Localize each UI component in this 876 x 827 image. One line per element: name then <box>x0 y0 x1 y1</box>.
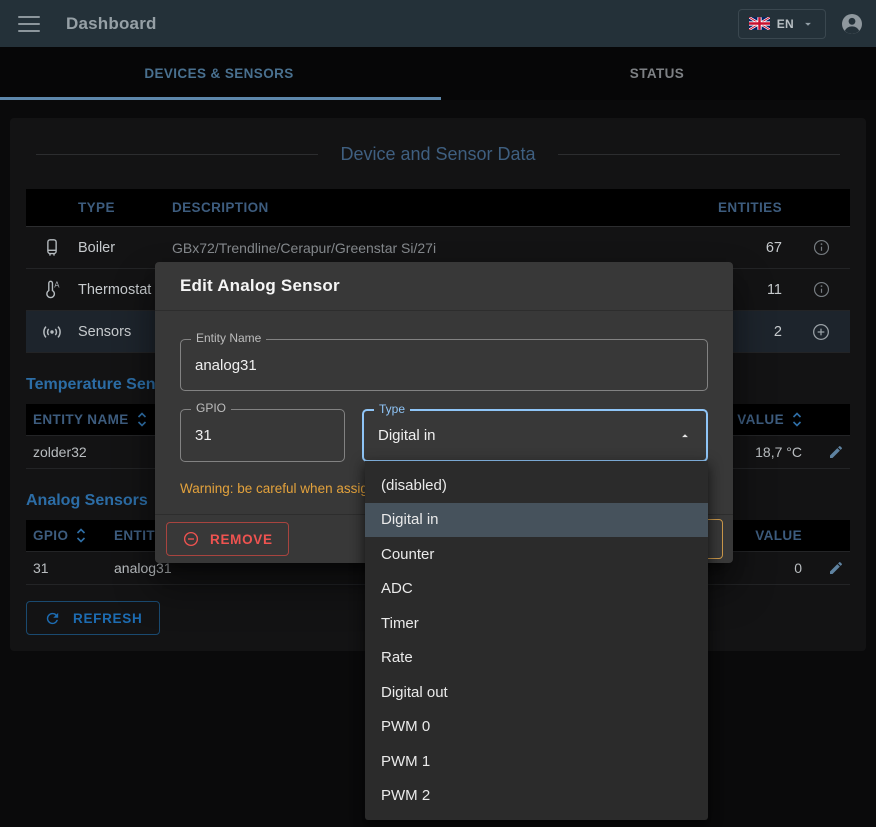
col-entity-name[interactable]: ENTITY NAME <box>33 412 129 427</box>
chevron-down-icon <box>801 17 815 31</box>
col-description: DESCRIPTION <box>172 200 700 215</box>
user-avatar[interactable] <box>840 12 864 36</box>
menu-button[interactable] <box>16 14 42 34</box>
dialog-title: Edit Analog Sensor <box>180 276 340 296</box>
remove-circle-icon <box>182 530 200 548</box>
device-entities: 11 <box>767 282 792 298</box>
type-select[interactable]: Type Digital in <box>362 409 708 462</box>
hamburger-icon <box>18 16 40 18</box>
option-pwm-2[interactable]: PWM 2 <box>365 779 708 814</box>
sort-icon[interactable] <box>76 528 86 543</box>
divider-line <box>558 154 840 155</box>
option-pwm-0[interactable]: PWM 0 <box>365 710 708 745</box>
edit-pencil-icon[interactable] <box>828 560 844 576</box>
page-title: Device and Sensor Data <box>340 144 535 165</box>
entity-name-field[interactable]: Entity Name analog31 <box>180 339 708 391</box>
type-dropdown-menu: (disabled) Digital in Counter ADC Timer … <box>365 461 708 820</box>
col-gpio[interactable]: GPIO <box>33 528 68 543</box>
divider-line <box>36 154 318 155</box>
refresh-label: REFRESH <box>73 611 142 626</box>
option-counter[interactable]: Counter <box>365 537 708 572</box>
sensors-icon <box>40 320 64 344</box>
entity-name-value: analog31 <box>195 357 257 374</box>
tab-devices-label: DEVICES & SENSORS <box>144 66 293 81</box>
gpio-value: 31 <box>195 427 212 444</box>
tab-status-label: STATUS <box>630 66 684 81</box>
tab-bar: DEVICES & SENSORS STATUS <box>0 47 876 100</box>
device-entities: 67 <box>766 240 792 256</box>
devices-table-header: TYPE DESCRIPTION ENTITIES <box>26 189 850 227</box>
chevron-up-icon <box>678 429 692 443</box>
entity-name-label: Entity Name <box>191 331 266 345</box>
remove-button[interactable]: REMOVE <box>166 522 289 556</box>
col-value[interactable]: VALUE <box>737 412 784 427</box>
gpio-cell: 31 <box>26 560 114 576</box>
option-digital-in[interactable]: Digital in <box>365 503 708 538</box>
remove-label: REMOVE <box>210 532 273 547</box>
boiler-icon <box>41 237 63 259</box>
col-entities: ENTITIES <box>718 200 792 215</box>
app-title: Dashboard <box>66 14 157 34</box>
refresh-button[interactable]: REFRESH <box>26 601 160 635</box>
section-title-row: Device and Sensor Data <box>36 144 840 165</box>
language-code: EN <box>777 17 794 31</box>
uk-flag-icon <box>749 17 770 30</box>
info-icon[interactable] <box>812 238 831 257</box>
active-tab-indicator <box>0 97 441 100</box>
app-bar: Dashboard EN <box>0 0 876 47</box>
gpio-field[interactable]: GPIO 31 <box>180 409 345 462</box>
tab-status[interactable]: STATUS <box>438 47 876 100</box>
option-pwm-1[interactable]: PWM 1 <box>365 744 708 779</box>
col-type: TYPE <box>78 200 172 215</box>
account-icon <box>840 12 864 36</box>
type-value: Digital in <box>378 427 436 444</box>
screen: Dashboard EN <box>0 0 876 827</box>
option-timer[interactable]: Timer <box>365 606 708 641</box>
option-digital-out[interactable]: Digital out <box>365 675 708 710</box>
gpio-label: GPIO <box>191 401 231 415</box>
app-bar-right: EN <box>738 9 864 39</box>
svg-text:A: A <box>54 280 60 289</box>
device-entities: 2 <box>774 324 792 340</box>
sort-icon[interactable] <box>792 412 802 427</box>
field-row: GPIO 31 Type Digital in <box>180 409 708 462</box>
device-type: Boiler <box>78 240 172 256</box>
option-adc[interactable]: ADC <box>365 572 708 607</box>
option-rate[interactable]: Rate <box>365 641 708 676</box>
tab-devices-sensors[interactable]: DEVICES & SENSORS <box>0 47 438 100</box>
refresh-icon <box>44 610 61 627</box>
add-circle-icon[interactable] <box>811 322 831 342</box>
dialog-header: Edit Analog Sensor <box>155 262 733 311</box>
info-icon[interactable] <box>812 280 831 299</box>
thermostat-icon: A <box>41 279 63 301</box>
type-label: Type <box>374 402 410 416</box>
sort-icon[interactable] <box>137 412 147 427</box>
device-description: GBx72/Trendline/Cerapur/Greenstar Si/27i <box>172 240 700 256</box>
option-disabled[interactable]: (disabled) <box>365 468 708 503</box>
language-selector[interactable]: EN <box>738 9 826 39</box>
edit-pencil-icon[interactable] <box>828 444 844 460</box>
